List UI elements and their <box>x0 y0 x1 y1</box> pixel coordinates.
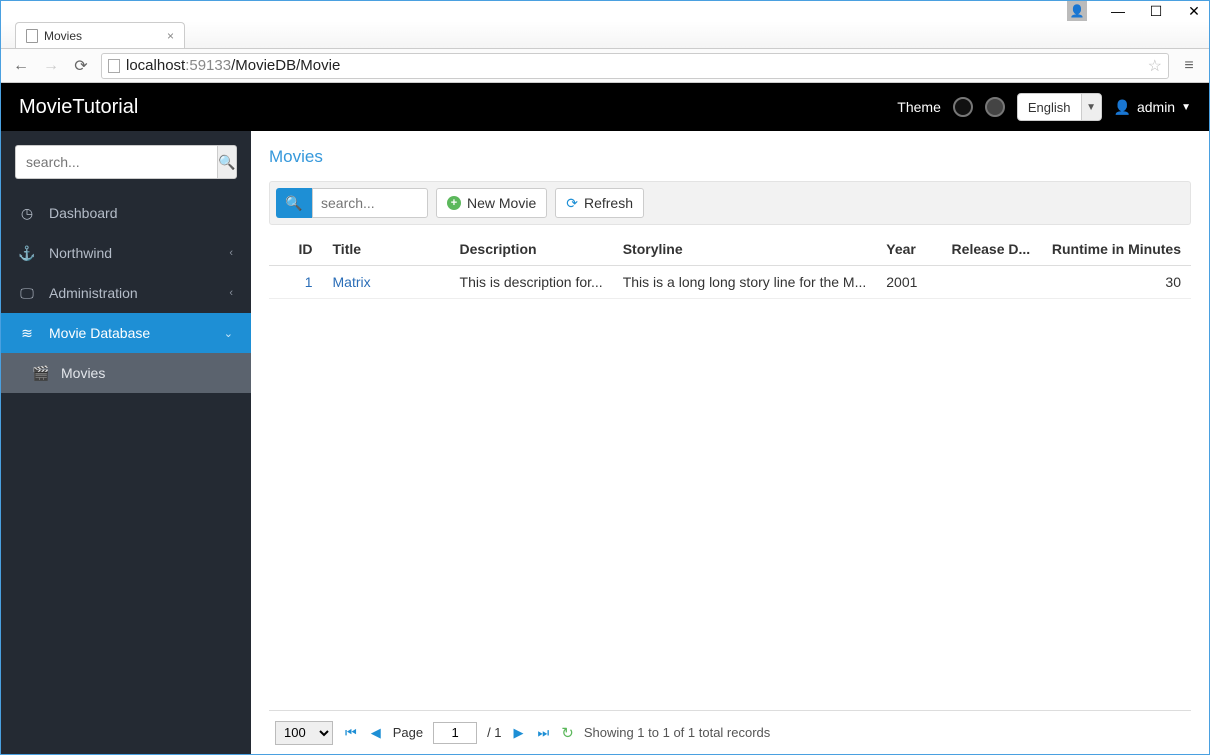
sidebar-search: 🔍 <box>1 131 251 193</box>
document-icon <box>26 29 38 43</box>
sidebar: 🔍 ◷ Dashboard ⚓ Northwind ‹ 🖵 Administra… <box>1 131 251 754</box>
chevron-left-icon: ‹ <box>229 247 233 259</box>
refresh-icon: ⟳ <box>566 195 578 212</box>
layers-icon: ≋ <box>19 325 35 342</box>
column-header-runtime[interactable]: Runtime in Minutes <box>1041 233 1191 266</box>
chevron-down-icon: ▼ <box>1081 94 1101 120</box>
gauge-icon: ◷ <box>19 205 35 222</box>
pager: 100 ⏮ ◀ Page / 1 ▶ ⏭ ↻ Showing 1 to 1 of… <box>269 710 1191 754</box>
user-icon: 👤 <box>1114 99 1131 116</box>
window-maximize-button[interactable]: ☐ <box>1149 4 1163 18</box>
sidebar-item-administration[interactable]: 🖵 Administration ‹ <box>1 273 251 313</box>
sidebar-subitem-movies[interactable]: 🎬 Movies <box>1 353 251 393</box>
pager-last-button[interactable]: ⏭ <box>536 725 552 741</box>
sidebar-item-label: Movie Database <box>49 325 150 341</box>
window-close-button[interactable]: ✕ <box>1187 4 1201 18</box>
browser-forward-button[interactable]: → <box>41 56 61 76</box>
browser-tab[interactable]: Movies × <box>15 22 185 48</box>
column-header-release-date[interactable]: Release D... <box>942 233 1042 266</box>
grid-search-input[interactable] <box>312 188 428 218</box>
grid-search: 🔍 <box>276 188 428 218</box>
sidebar-item-movie-database[interactable]: ≋ Movie Database ⌄ <box>1 313 251 353</box>
chevron-left-icon: ‹ <box>229 287 233 299</box>
sidebar-item-label: Dashboard <box>49 205 118 221</box>
cell-runtime: 30 <box>1041 266 1191 299</box>
column-header-year[interactable]: Year <box>876 233 941 266</box>
pager-total-pages: / 1 <box>487 725 501 740</box>
window-titlebar: 👤 — ☐ ✕ <box>1 1 1209 21</box>
pager-reload-button[interactable]: ↻ <box>561 724 574 742</box>
plus-icon: + <box>447 196 461 210</box>
anchor-icon: ⚓ <box>19 245 35 262</box>
sidebar-item-label: Administration <box>49 285 138 301</box>
pager-info: Showing 1 to 1 of 1 total records <box>584 725 770 740</box>
browser-back-button[interactable]: ← <box>11 56 31 76</box>
page-icon <box>108 59 120 73</box>
chevron-down-icon: ▼ <box>1181 102 1191 113</box>
cell-release-date <box>942 266 1042 299</box>
search-icon: 🔍 <box>285 195 302 212</box>
page-title: Movies <box>269 147 1191 167</box>
table-row[interactable]: 1 Matrix This is description for... This… <box>269 266 1191 299</box>
os-user-icon: 👤 <box>1067 1 1087 21</box>
content-area: Movies 🔍 + New Movie ⟳ Refresh <box>251 131 1209 754</box>
pager-current-page-input[interactable] <box>433 722 477 744</box>
sidebar-search-button[interactable]: 🔍 <box>217 145 237 179</box>
pager-prev-button[interactable]: ◀ <box>369 725 383 741</box>
browser-toolbar: ← → ⟳ localhost:59133/MovieDB/Movie ☆ ≡ <box>1 49 1209 83</box>
button-label: New Movie <box>467 195 536 211</box>
tab-title: Movies <box>44 29 82 43</box>
user-menu[interactable]: 👤 admin ▼ <box>1114 99 1191 116</box>
cell-id[interactable]: 1 <box>269 266 323 299</box>
column-header-id[interactable]: ID <box>269 233 323 266</box>
sidebar-item-label: Northwind <box>49 245 112 261</box>
pager-next-button[interactable]: ▶ <box>512 725 526 741</box>
column-header-storyline[interactable]: Storyline <box>613 233 877 266</box>
grid-header-row: ID Title Description Storyline Year Rele… <box>269 233 1191 266</box>
browser-menu-button[interactable]: ≡ <box>1179 56 1199 76</box>
refresh-button[interactable]: ⟳ Refresh <box>555 188 644 218</box>
app-brand: MovieTutorial <box>19 96 138 119</box>
sidebar-item-northwind[interactable]: ⚓ Northwind ‹ <box>1 233 251 273</box>
page-size-select[interactable]: 100 <box>275 721 333 745</box>
grid-toolbar: 🔍 + New Movie ⟳ Refresh <box>269 181 1191 225</box>
language-label: English <box>1018 100 1081 115</box>
bookmark-star-icon[interactable]: ☆ <box>1148 56 1162 76</box>
url-text: localhost:59133/MovieDB/Movie <box>126 57 340 74</box>
theme-swatch-gray[interactable] <box>985 97 1005 117</box>
language-dropdown[interactable]: English ▼ <box>1017 93 1102 121</box>
browser-reload-button[interactable]: ⟳ <box>71 56 91 76</box>
button-label: Refresh <box>584 195 633 211</box>
sidebar-subitem-label: Movies <box>61 365 105 381</box>
theme-label: Theme <box>897 99 941 115</box>
cell-title[interactable]: Matrix <box>323 266 450 299</box>
search-icon: 🔍 <box>218 154 235 171</box>
address-bar[interactable]: localhost:59133/MovieDB/Movie ☆ <box>101 53 1169 79</box>
grid-search-button[interactable]: 🔍 <box>276 188 312 218</box>
column-header-title[interactable]: Title <box>323 233 450 266</box>
browser-tab-strip: Movies × <box>1 21 1209 49</box>
column-header-description[interactable]: Description <box>450 233 613 266</box>
pager-first-button[interactable]: ⏮ <box>343 725 359 741</box>
cell-storyline: This is a long long story line for the M… <box>613 266 877 299</box>
video-icon: 🎬 <box>33 365 49 382</box>
sidebar-item-dashboard[interactable]: ◷ Dashboard <box>1 193 251 233</box>
theme-swatch-dark[interactable] <box>953 97 973 117</box>
window-minimize-button[interactable]: — <box>1111 4 1125 18</box>
data-grid: ID Title Description Storyline Year Rele… <box>269 233 1191 299</box>
cell-description: This is description for... <box>450 266 613 299</box>
username-label: admin <box>1137 99 1175 115</box>
pager-page-label: Page <box>393 725 423 740</box>
chevron-down-icon: ⌄ <box>224 327 233 340</box>
app-header: MovieTutorial Theme English ▼ 👤 admin ▼ <box>1 83 1209 131</box>
tab-close-button[interactable]: × <box>167 29 174 43</box>
new-movie-button[interactable]: + New Movie <box>436 188 547 218</box>
cell-year: 2001 <box>876 266 941 299</box>
sidebar-search-input[interactable] <box>15 145 217 179</box>
monitor-icon: 🖵 <box>19 285 35 302</box>
